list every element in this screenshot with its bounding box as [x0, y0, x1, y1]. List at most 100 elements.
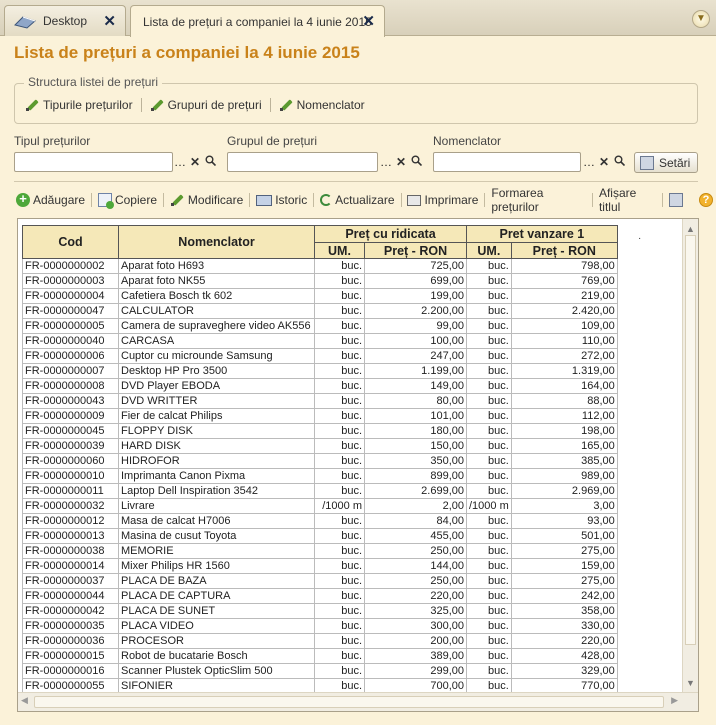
tab-price-list[interactable]: Lista de prețuri a companiei la 4 iunie … [130, 5, 385, 37]
table-row[interactable]: FR-0000000011 Laptop Dell Inspiration 354… [22, 483, 618, 499]
table-row[interactable]: FR-0000000004 Cafetiera Bosch tk 602 buc. 1… [22, 288, 618, 304]
table-row[interactable]: FR-0000000032 Livrare/1000 m 2,00/1000 m 3,… [22, 498, 618, 514]
table-row[interactable]: FR-0000000010 Imprimanta Canon Pixma buc. 8… [22, 468, 618, 484]
cell-price: 769,00 [510, 273, 618, 289]
table-row[interactable]: FR-0000000044 PLACA DE CAPTURA buc. 220,00 b… [22, 588, 618, 604]
cell-price: 242,00 [510, 588, 618, 604]
table-row[interactable]: FR-0000000006 Cuptor cu microunde Samsung… [22, 348, 618, 364]
close-icon[interactable]: ✕ [362, 12, 375, 30]
table-row[interactable]: FR-0000000013 Masina de cusut Toyota buc. 4… [22, 528, 618, 544]
add-button[interactable]: Adăugare [16, 191, 86, 207]
add-label: Adăugare [33, 193, 86, 207]
tab-desktop[interactable]: Desktop ✕ [4, 5, 126, 36]
scroll-thumb[interactable] [685, 235, 696, 645]
copy-label: Copiere [114, 193, 157, 207]
cell-um: buc. [466, 423, 512, 439]
table-row[interactable]: FR-0000000037 PLACA DE BAZA buc. 250,00 buc.… [22, 573, 618, 589]
price-group-buttons: … ✕ [380, 152, 422, 172]
link-nomenclator-label: Nomenclator [296, 98, 365, 112]
table-row[interactable]: FR-0000000015 Robot de bucatarie Bosch buc… [22, 648, 618, 664]
table-row[interactable]: FR-0000000008 DVD Player EBODA buc. 149,00 b… [22, 378, 618, 394]
close-icon[interactable]: ✕ [103, 12, 116, 30]
header-um[interactable]: UM. [314, 242, 365, 259]
separator [269, 98, 271, 112]
cell-price: 247,00 [364, 348, 467, 364]
table-row[interactable]: FR-0000000045 FLOPPY DISK buc. 180,00 buc. 19… [22, 423, 618, 439]
cell-name: Masina de cusut Toyota [118, 528, 315, 544]
cell-price: 200,00 [364, 633, 467, 649]
scroll-left-icon[interactable]: ◀ [21, 695, 28, 706]
search-icon[interactable] [204, 155, 216, 169]
table-row[interactable]: FR-0000000060 HIDROFOR buc. 350,00 buc. 385,0… [22, 453, 618, 469]
table-row[interactable]: FR-0000000047 CALCULATOR buc. 2.200,00 buc. 2… [22, 303, 618, 319]
table-row[interactable]: FR-0000000014 Mixer Philips HR 1560 buc. 14… [22, 558, 618, 574]
table-settings-button[interactable] [669, 193, 686, 207]
select-button[interactable]: … [583, 155, 595, 169]
table-row[interactable]: FR-0000000039 HARD DISK buc. 150,00 buc. 165,… [22, 438, 618, 454]
show-title-button[interactable]: Afișare titlul [599, 186, 656, 214]
cell-um: buc. [466, 573, 512, 589]
settings-button[interactable]: Setări [634, 152, 698, 173]
header-um[interactable]: UM. [466, 242, 512, 259]
cell-code: FR-0000000011 [22, 483, 119, 499]
select-button[interactable]: … [174, 155, 186, 169]
form-prices-button[interactable]: Formarea prețurilor [491, 186, 586, 214]
cell-code: FR-0000000009 [22, 408, 119, 424]
help-button[interactable]: ? [699, 193, 716, 207]
cell-price: 149,00 [364, 378, 467, 394]
header-code[interactable]: Cod [22, 225, 119, 259]
header-price[interactable]: Preț - RON [364, 242, 467, 259]
table-row[interactable]: FR-0000000035 PLACA VIDEO buc. 300,00 buc. 33… [22, 618, 618, 634]
link-price-types[interactable]: Tipurile prețurilor [25, 98, 133, 112]
cell-um: buc. [314, 363, 365, 379]
table-row[interactable]: FR-0000000042 PLACA DE SUNET buc. 325,00 buc… [22, 603, 618, 619]
table-row[interactable]: FR-0000000005 Camera de supraveghere vide… [22, 318, 618, 334]
cell-um: buc. [466, 663, 512, 679]
search-icon[interactable] [613, 155, 625, 169]
vertical-scrollbar[interactable]: ▲ ▼ [682, 219, 698, 693]
cell-name: DVD WRITTER [118, 393, 315, 409]
cell-price: 84,00 [364, 513, 467, 529]
price-table-frame: · Cod Nomenclator Preț cu ridicata Pret … [17, 218, 699, 712]
chevron-down-icon[interactable]: ▼ [692, 10, 710, 28]
scroll-down-icon[interactable]: ▼ [683, 675, 698, 691]
copy-button[interactable]: Copiere [97, 193, 157, 209]
cell-price: 198,00 [510, 423, 618, 439]
scroll-thumb[interactable] [34, 696, 664, 708]
price-type-input[interactable] [14, 152, 173, 172]
table-row[interactable]: FR-0000000036 PROCESOR buc. 200,00 buc. 220,0… [22, 633, 618, 649]
refresh-button[interactable]: Actualizare [320, 193, 395, 207]
cell-price: 455,00 [364, 528, 467, 544]
cell-um: buc. [466, 348, 512, 364]
print-button[interactable]: Imprimare [407, 193, 478, 207]
select-button[interactable]: … [380, 155, 392, 169]
history-button[interactable]: Istoric [256, 193, 307, 207]
cell-price: 101,00 [364, 408, 467, 424]
table-row[interactable]: FR-0000000002 Aparat foto H693 buc. 725,00 b… [22, 258, 618, 274]
nomenclator-input[interactable] [433, 152, 581, 172]
search-icon[interactable] [410, 155, 422, 169]
table-row[interactable]: FR-0000000003 Aparat foto NK55 buc. 699,00 b… [22, 273, 618, 289]
header-price[interactable]: Preț - RON [510, 242, 618, 259]
clear-icon[interactable]: ✕ [395, 155, 407, 169]
link-price-groups[interactable]: Grupuri de prețuri [150, 98, 262, 112]
cell-code: FR-0000000010 [22, 468, 119, 484]
header-nomenclator[interactable]: Nomenclator [118, 225, 315, 259]
price-group-input[interactable] [227, 152, 378, 172]
link-nomenclator[interactable]: Nomenclator [279, 98, 365, 112]
table-row[interactable]: FR-0000000012 Masa de calcat H7006 buc. 84,… [22, 513, 618, 529]
table-row[interactable]: FR-0000000040 CARCASA buc. 100,00 buc. 110,00 [22, 333, 618, 349]
table-row[interactable]: FR-0000000038 MEMORIE buc. 250,00 buc. 275,00 [22, 543, 618, 559]
table-row[interactable]: FR-0000000007 Desktop HP Pro 3500 buc. 1.19… [22, 363, 618, 379]
tab-price-list-label: Lista de prețuri a companiei la 4 iunie … [143, 14, 372, 29]
table-row[interactable]: FR-0000000009 Fier de calcat Philips buc. 1… [22, 408, 618, 424]
clear-icon[interactable]: ✕ [189, 155, 201, 169]
horizontal-scrollbar[interactable]: ◀ ▶ [18, 692, 698, 711]
table-row[interactable]: FR-0000000016 Scanner Plustek OpticSlim 5… [22, 663, 618, 679]
modify-button[interactable]: Modificare [170, 193, 243, 207]
cell-um: buc. [314, 453, 365, 469]
scroll-right-icon[interactable]: ▶ [671, 695, 678, 706]
table-row[interactable]: FR-0000000043 DVD WRITTER buc. 80,00 buc. 88,… [22, 393, 618, 409]
clear-icon[interactable]: ✕ [598, 155, 610, 169]
separator [484, 193, 486, 207]
